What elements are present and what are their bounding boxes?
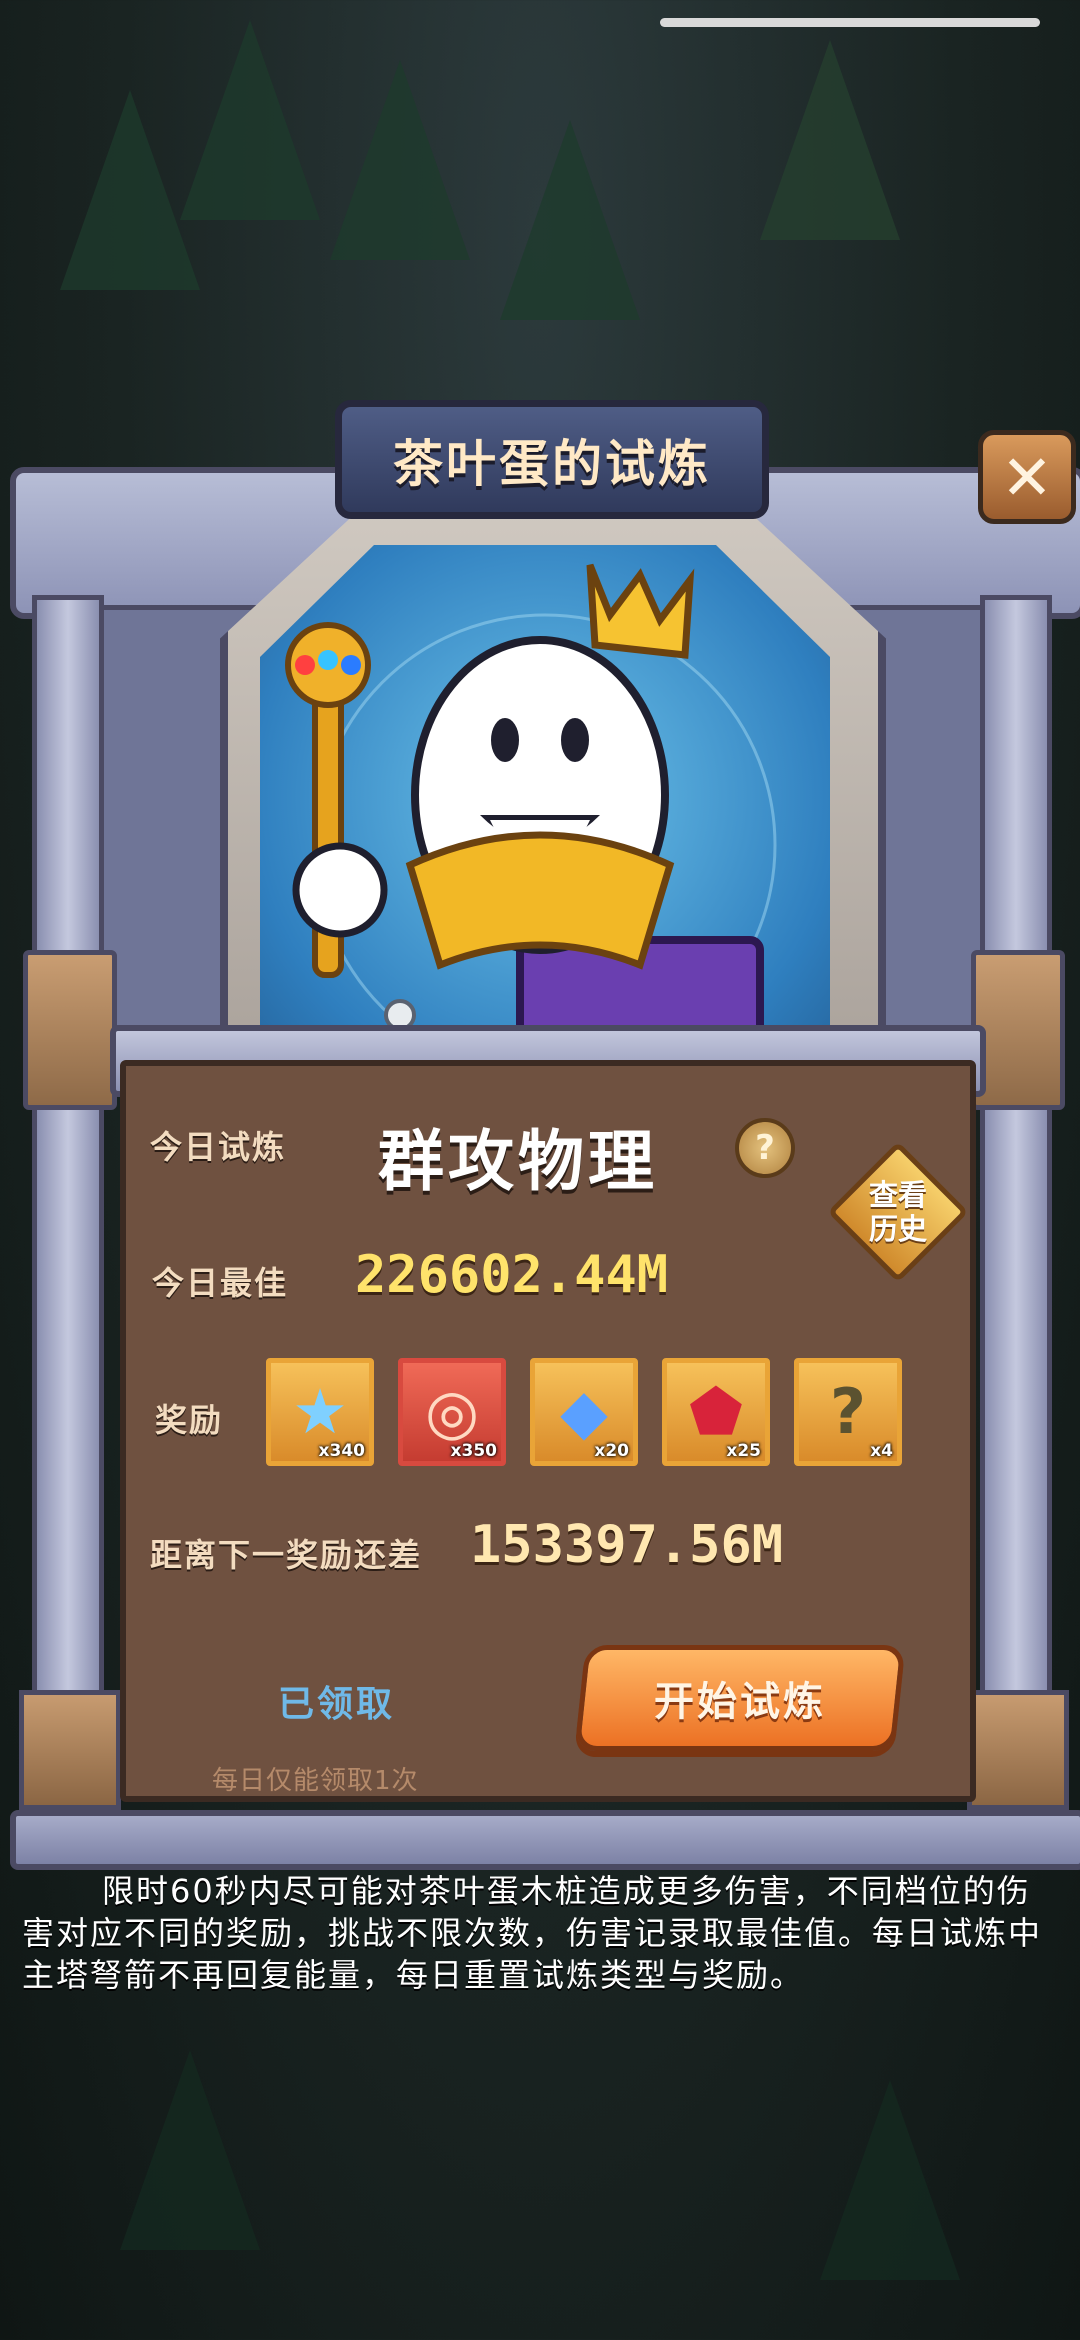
candy-orb-icon: ◎ [424,1375,480,1448]
reward-label-row: 奖励 [155,1395,223,1441]
best-score-row: 今日最佳 [152,1258,288,1304]
left-pillar [19,595,121,1810]
daily-limit-note: 每日仅能领取1次 [212,1766,419,1796]
best-score-value-row: 226602.44M [355,1245,668,1305]
reward-count: x25 [726,1441,761,1461]
tree-decoration [500,120,640,320]
tea-egg-boss-illustration [285,563,777,1105]
today-trial-label: 今日试炼 [150,1128,287,1166]
trial-type-row: 群攻物理 [378,1108,658,1204]
dialog-title: 茶叶蛋的试炼 [393,434,711,493]
reward-list: ★ x340 ◎ x350 ◆ x20 ⬟ x25 ? x4 [266,1358,902,1466]
tree-decoration [330,60,470,260]
reward-label: 奖励 [155,1401,224,1439]
reward-count: x350 [450,1441,497,1461]
red-crystal-icon: ⬟ [689,1375,743,1448]
puzzle-piece-icon: ◆ [560,1375,608,1448]
trial-description: 限时60秒内尽可能对茶叶蛋木桩造成更多伤害，不同档位的伤害对应不同的奖励，挑战不… [22,1872,1043,1994]
boss-portrait [260,545,830,1105]
close-button[interactable]: ✕ [978,430,1076,524]
help-button[interactable]: ? [735,1118,795,1178]
next-reward-label: 距离下一奖励还差 [150,1536,423,1574]
question-icon: ? [755,1128,775,1168]
view-history-label: 查看历史 [868,1178,927,1246]
reward-item[interactable]: ◆ x20 [530,1358,638,1466]
close-icon: ✕ [1001,440,1053,514]
tree-decoration [60,90,200,290]
next-reward-value: 153397.56M [470,1515,784,1575]
start-trial-label: 开始试炼 [654,1679,826,1725]
reward-count: x4 [870,1441,893,1461]
today-trial-row: 今日试炼 [150,1122,286,1168]
tree-decoration [120,2050,260,2250]
tree-decoration [180,20,320,220]
reward-item[interactable]: ? x4 [794,1358,902,1466]
trial-type-value: 群攻物理 [378,1123,658,1200]
help-row: ? [735,1118,795,1178]
tree-decoration [820,2080,960,2280]
pillar-base [19,1690,121,1810]
pillar-base [967,1690,1069,1810]
tree-decoration [760,40,900,240]
floor-ledge [10,1810,1080,1870]
next-reward-value-row: 153397.56M [470,1515,783,1575]
home-indicator[interactable] [660,18,1040,27]
right-pillar [967,595,1069,1810]
start-trial-button[interactable]: 开始试炼 [574,1645,906,1751]
reward-count: x340 [318,1441,365,1461]
reward-item[interactable]: ⬟ x25 [662,1358,770,1466]
claimed-status: 已领取 [278,1684,396,1725]
reward-item[interactable]: ★ x340 [266,1358,374,1466]
reward-count: x20 [594,1441,629,1461]
rainbow-star-icon: ★ [292,1375,348,1448]
title-banner: 茶叶蛋的试炼 [335,400,769,519]
next-reward-row: 距离下一奖励还差 [150,1530,422,1576]
view-history-button[interactable]: 查看历史 [827,1141,969,1283]
best-score-label: 今日最佳 [152,1264,289,1302]
mystery-box-icon: ? [830,1375,866,1448]
pillar-band [23,950,117,1110]
reward-item[interactable]: ◎ x350 [398,1358,506,1466]
best-score-value: 226602.44M [355,1245,669,1305]
